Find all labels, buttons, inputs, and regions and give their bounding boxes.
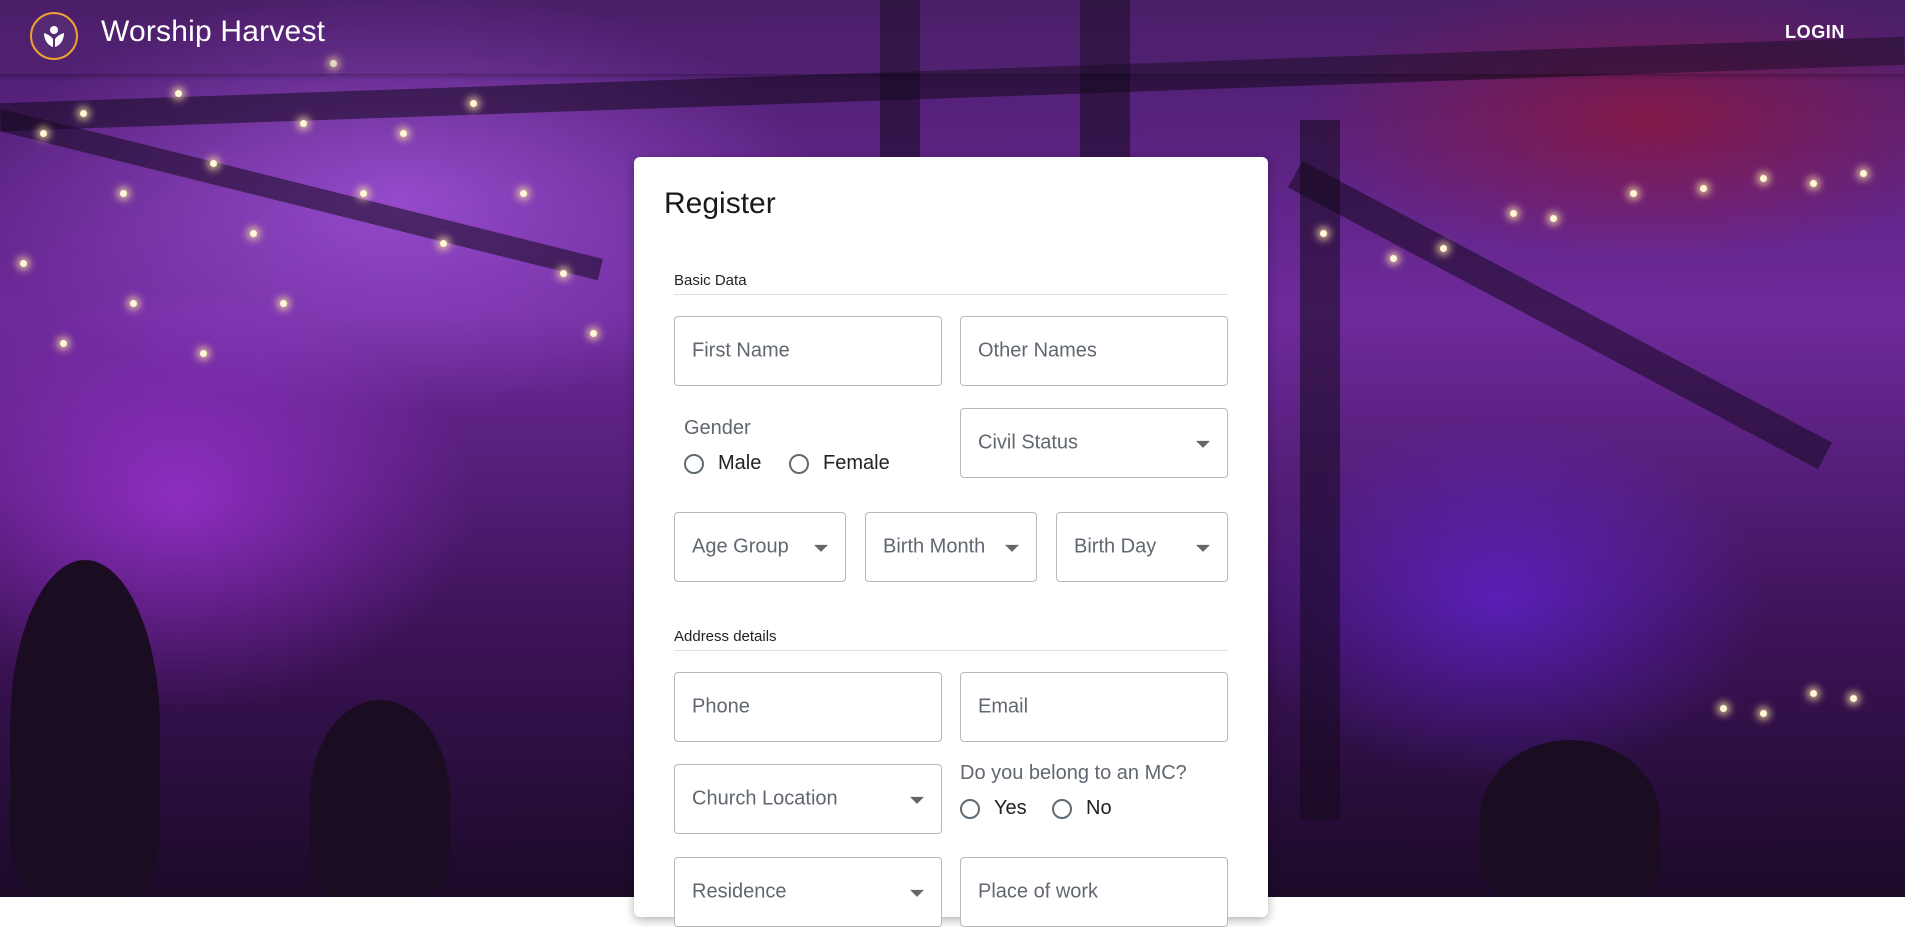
birth-month-label: Birth Month: [883, 535, 986, 558]
string-light: [1860, 170, 1867, 177]
string-light: [210, 160, 217, 167]
string-light: [1760, 175, 1767, 182]
first-name-field[interactable]: First Name: [674, 316, 942, 386]
hands-heart-logo-icon[interactable]: [30, 12, 78, 60]
string-light: [130, 300, 137, 307]
app-bar: Worship Harvest LOGIN: [0, 0, 1905, 75]
string-light: [560, 270, 567, 277]
civil-status-select[interactable]: Civil Status: [960, 408, 1228, 478]
string-light: [1850, 695, 1857, 702]
string-light: [300, 120, 307, 127]
string-light: [1810, 180, 1817, 187]
string-light: [20, 260, 27, 267]
string-light: [1550, 215, 1557, 222]
ceiling-beam: [1288, 160, 1832, 470]
place-of-work-field[interactable]: Place of work: [960, 857, 1228, 927]
phone-label: Phone: [692, 695, 750, 718]
string-light: [1320, 230, 1327, 237]
birth-day-select[interactable]: Birth Day: [1056, 512, 1228, 582]
gender-female-label: Female: [823, 452, 890, 474]
email-label: Email: [978, 695, 1029, 718]
mc-question-label: Do you belong to an MC?: [960, 762, 1187, 784]
email-field[interactable]: Email: [960, 672, 1228, 742]
place-of-work-label: Place of work: [978, 880, 1099, 903]
string-light: [120, 190, 127, 197]
string-light: [470, 100, 477, 107]
string-light: [590, 330, 597, 337]
string-light: [1760, 710, 1767, 717]
chevron-down-icon: [1005, 544, 1019, 552]
string-light: [250, 230, 257, 237]
civil-status-label: Civil Status: [978, 431, 1079, 454]
login-button[interactable]: LOGIN: [1785, 22, 1845, 43]
string-light: [1440, 245, 1447, 252]
residence-select[interactable]: Residence: [674, 857, 942, 927]
radio-circle-icon: [684, 453, 704, 474]
gender-male-radio[interactable]: Male: [684, 452, 761, 475]
radio-circle-icon: [789, 453, 809, 474]
string-light: [1510, 210, 1517, 217]
section-basic-data: Basic Data: [674, 272, 1228, 295]
singer-silhouette: [1480, 740, 1660, 897]
birth-month-select[interactable]: Birth Month: [865, 512, 1037, 582]
singer-silhouette: [310, 700, 450, 897]
ceiling-beam: [0, 101, 604, 281]
section-address-details: Address details: [674, 628, 1228, 651]
gender-female-radio[interactable]: Female: [789, 452, 890, 475]
radio-circle-icon: [1052, 798, 1072, 819]
string-light: [1720, 705, 1727, 712]
phone-field[interactable]: Phone: [674, 672, 942, 742]
app-title[interactable]: Worship Harvest: [101, 15, 325, 49]
chevron-down-icon: [910, 889, 924, 897]
stage-pillar: [1300, 120, 1340, 820]
age-group-select[interactable]: Age Group: [674, 512, 846, 582]
string-light: [1390, 255, 1397, 262]
first-name-label: First Name: [692, 339, 790, 362]
age-group-label: Age Group: [692, 535, 789, 558]
register-card: Register Basic Data First Name Other Nam…: [634, 157, 1268, 927]
other-names-label: Other Names: [978, 339, 1097, 362]
singer-silhouette: [10, 560, 160, 897]
string-light: [40, 130, 47, 137]
string-light: [360, 190, 367, 197]
string-light: [1810, 690, 1817, 697]
string-light: [280, 300, 287, 307]
string-light: [1630, 190, 1637, 197]
mc-yes-label: Yes: [994, 797, 1027, 819]
string-light: [1700, 185, 1707, 192]
string-light: [60, 340, 67, 347]
string-light: [175, 90, 182, 97]
chevron-down-icon: [1196, 544, 1210, 552]
mc-no-radio[interactable]: No: [1052, 797, 1112, 820]
gender-label: Gender: [684, 417, 751, 439]
mc-no-label: No: [1086, 797, 1112, 819]
chevron-down-icon: [814, 544, 828, 552]
chevron-down-icon: [1196, 440, 1210, 448]
string-light: [400, 130, 407, 137]
radio-circle-icon: [960, 798, 980, 819]
page-title: Register: [664, 187, 776, 220]
church-location-select[interactable]: Church Location: [674, 764, 942, 834]
string-light: [80, 110, 87, 117]
gender-male-label: Male: [718, 452, 762, 474]
other-names-field[interactable]: Other Names: [960, 316, 1228, 386]
string-light: [200, 350, 207, 357]
string-light: [520, 190, 527, 197]
birth-day-label: Birth Day: [1074, 535, 1157, 558]
residence-label: Residence: [692, 880, 787, 903]
chevron-down-icon: [910, 796, 924, 804]
church-location-label: Church Location: [692, 787, 838, 810]
mc-yes-radio[interactable]: Yes: [960, 797, 1027, 820]
string-light: [440, 240, 447, 247]
